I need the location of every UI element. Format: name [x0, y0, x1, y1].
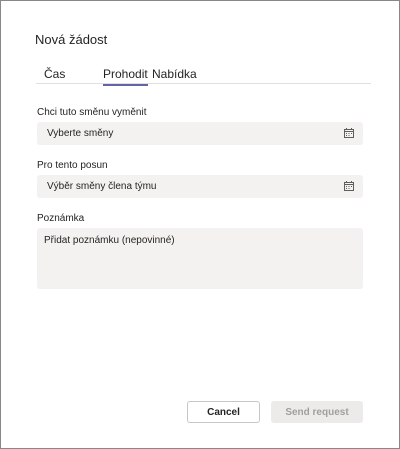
my-shift-picker[interactable]: Vyberte směny — [37, 122, 363, 145]
other-shift-value: Výběr směny člena týmu — [47, 181, 157, 192]
dialog-title: Nová žádost — [35, 32, 108, 47]
my-shift-value: Vyberte směny — [47, 128, 114, 139]
other-shift-picker[interactable]: Výběr směny člena týmu — [37, 175, 363, 198]
tab-offer[interactable]: Nabídka — [152, 67, 197, 83]
my-shift-label: Chci tuto směnu vyměnit — [37, 107, 147, 118]
calendar-icon[interactable] — [344, 181, 354, 191]
send-request-button[interactable]: Send request — [271, 401, 363, 423]
new-request-dialog: Nová žádost Čas Prohodit Nabídka Chci tu… — [0, 0, 400, 449]
calendar-icon[interactable] — [344, 128, 354, 138]
note-placeholder: Přidat poznámku (nepovinné) — [44, 235, 175, 246]
tab-time-off[interactable]: Čas — [44, 67, 65, 83]
cancel-button[interactable]: Cancel — [187, 401, 260, 423]
note-textarea[interactable]: Přidat poznámku (nepovinné) — [37, 228, 363, 289]
tab-swap[interactable]: Prohodit — [103, 67, 148, 86]
request-type-tabs: Čas Prohodit Nabídka — [36, 67, 371, 86]
note-label: Poznámka — [37, 213, 85, 224]
other-shift-label: Pro tento posun — [37, 160, 108, 171]
